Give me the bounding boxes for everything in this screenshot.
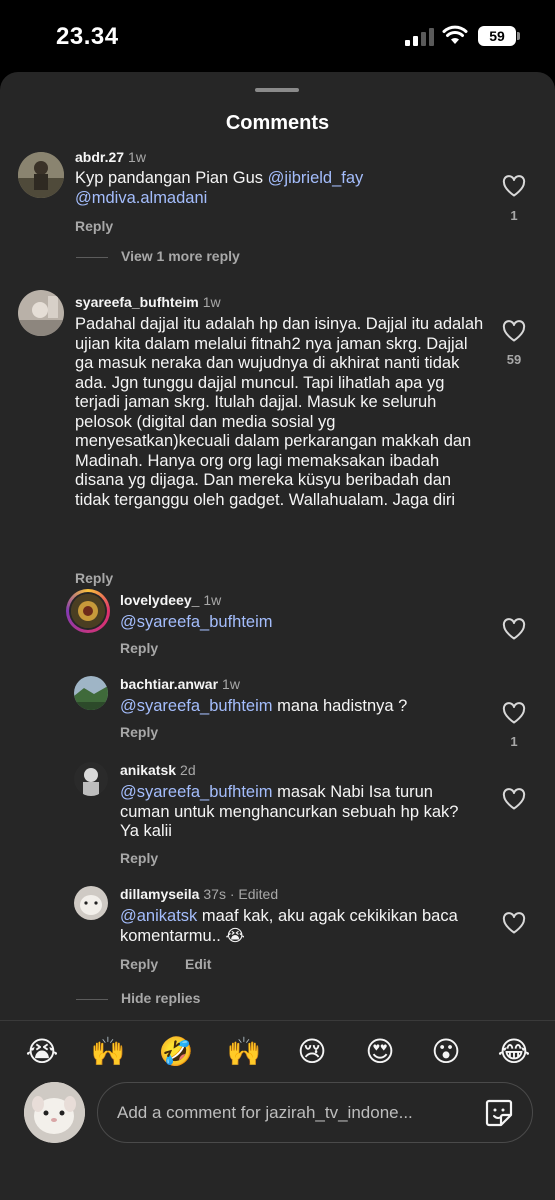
- mention-link[interactable]: @syareefa_bufhteim: [120, 783, 273, 801]
- reply-text: @syareefa_bufhteim mana hadistnya ?: [120, 697, 408, 715]
- reply-time: 37s · Edited: [203, 886, 279, 902]
- emoji-quick-bar: 😭 🙌 🤣 🙌 😢 😍 😮 😂: [0, 1020, 555, 1082]
- reply-time: 2d: [180, 762, 196, 778]
- reply-username[interactable]: bachtiar.anwar 1w: [120, 676, 240, 692]
- comment-text: Kyp pandangan Pian Gus @jibrield_fay @md…: [75, 169, 364, 207]
- avatar[interactable]: [18, 152, 64, 198]
- comment-username[interactable]: syareefa_bufhteim 1w: [75, 294, 221, 310]
- comment-username[interactable]: abdr.27 1w: [75, 150, 146, 165]
- comment-time: 1w: [202, 294, 221, 310]
- comment-text: Padahal dajjal itu adalah hp dan isinya.…: [75, 315, 484, 509]
- like-count: 1: [510, 734, 518, 749]
- avatar-photo: [18, 152, 64, 198]
- reply-text: @anikatsk maaf kak, aku agak cekikikan b…: [120, 907, 458, 945]
- like-count: 59: [506, 352, 522, 367]
- status-bar: 23.34 59: [0, 0, 555, 72]
- emoji-reaction-button[interactable]: 😮: [428, 1034, 464, 1070]
- avatar-photo: [71, 594, 105, 628]
- avatar[interactable]: [18, 290, 64, 336]
- emoji-reaction-button[interactable]: 🙌: [226, 1034, 262, 1070]
- comments-list[interactable]: abdr.27 1w Kyp pandangan Pian Gus @jibrie…: [0, 150, 555, 1020]
- avatar-photo: [74, 676, 108, 710]
- cellular-signal-icon: [405, 28, 435, 46]
- battery-nub: [517, 32, 520, 40]
- avatar-story-ring[interactable]: [66, 589, 110, 633]
- mention-link[interactable]: @syareefa_bufhteim: [120, 613, 273, 631]
- wifi-icon: [442, 25, 468, 44]
- emoji-reaction-button[interactable]: 😢: [294, 1034, 330, 1070]
- avatar-photo: [18, 290, 64, 336]
- comment-time: 1w: [128, 150, 146, 165]
- drag-handle[interactable]: [255, 88, 299, 92]
- reply-username[interactable]: anikatsk 2d: [120, 762, 196, 778]
- mention-link[interactable]: @anikatsk: [120, 907, 197, 925]
- like-heart-icon[interactable]: [502, 618, 526, 640]
- emoji-reaction-button[interactable]: 🤣: [158, 1034, 194, 1070]
- like-heart-icon[interactable]: [502, 788, 526, 810]
- emoji-reaction-button[interactable]: 😂: [496, 1034, 532, 1070]
- comments-sheet: Comments abdr.27 1w Kyp pandangan Pian Gu…: [0, 72, 555, 1200]
- reply-username[interactable]: dillamyseila 37s · Edited: [120, 886, 278, 902]
- reply-button[interactable]: Reply: [120, 640, 158, 656]
- edit-button[interactable]: Edit: [185, 956, 211, 972]
- like-heart-icon[interactable]: [502, 912, 526, 934]
- emoji-reaction-button[interactable]: 😍: [362, 1034, 398, 1070]
- comment-composer: Add a comment for jazirah_tv_indone...: [0, 1082, 555, 1200]
- mention-link[interactable]: @syareefa_bufhteim: [120, 697, 273, 715]
- avatar-photo: [74, 886, 108, 920]
- avatar-photo: [74, 762, 108, 796]
- avatar[interactable]: [74, 886, 108, 920]
- sheet-title: Comments: [225, 112, 330, 134]
- mention-link[interactable]: @jibrield_fay: [268, 169, 364, 187]
- battery-indicator: 59: [478, 26, 516, 46]
- reply-button[interactable]: Reply: [75, 570, 113, 586]
- emoji-reaction-button[interactable]: 😭: [24, 1034, 60, 1070]
- reply-button[interactable]: Reply: [75, 218, 113, 234]
- reply-text: @syareefa_bufhteim: [120, 613, 480, 633]
- reply-username[interactable]: lovelydeey_ 1w: [120, 592, 221, 608]
- avatar-photo: [24, 1082, 85, 1143]
- reply-button[interactable]: Reply: [120, 724, 158, 740]
- thread-line: [76, 257, 108, 258]
- comment-input-placeholder: Add a comment for jazirah_tv_indone...: [117, 1103, 413, 1122]
- like-heart-icon[interactable]: [502, 175, 526, 197]
- emoji-reaction-button[interactable]: 🙌: [90, 1034, 126, 1070]
- thread-line: [76, 999, 108, 1000]
- avatar[interactable]: [74, 762, 108, 796]
- avatar[interactable]: [74, 676, 108, 710]
- like-heart-icon[interactable]: [502, 320, 526, 342]
- mention-link[interactable]: @mdiva.almadani: [75, 189, 207, 207]
- reply-button[interactable]: Reply: [120, 850, 158, 866]
- reply-time: 1w: [222, 676, 240, 692]
- like-count: 1: [510, 208, 518, 223]
- comment-input[interactable]: Add a comment for jazirah_tv_indone...: [97, 1082, 533, 1143]
- reply-time: 1w: [203, 592, 222, 608]
- like-heart-icon[interactable]: [502, 702, 526, 724]
- reply-button[interactable]: Reply: [120, 956, 158, 972]
- reply-text: @syareefa_bufhteim masak Nabi Isa turun …: [120, 783, 459, 840]
- clock: 23.34: [56, 23, 119, 50]
- my-avatar: [24, 1082, 85, 1143]
- sticker-icon[interactable]: [484, 1098, 514, 1128]
